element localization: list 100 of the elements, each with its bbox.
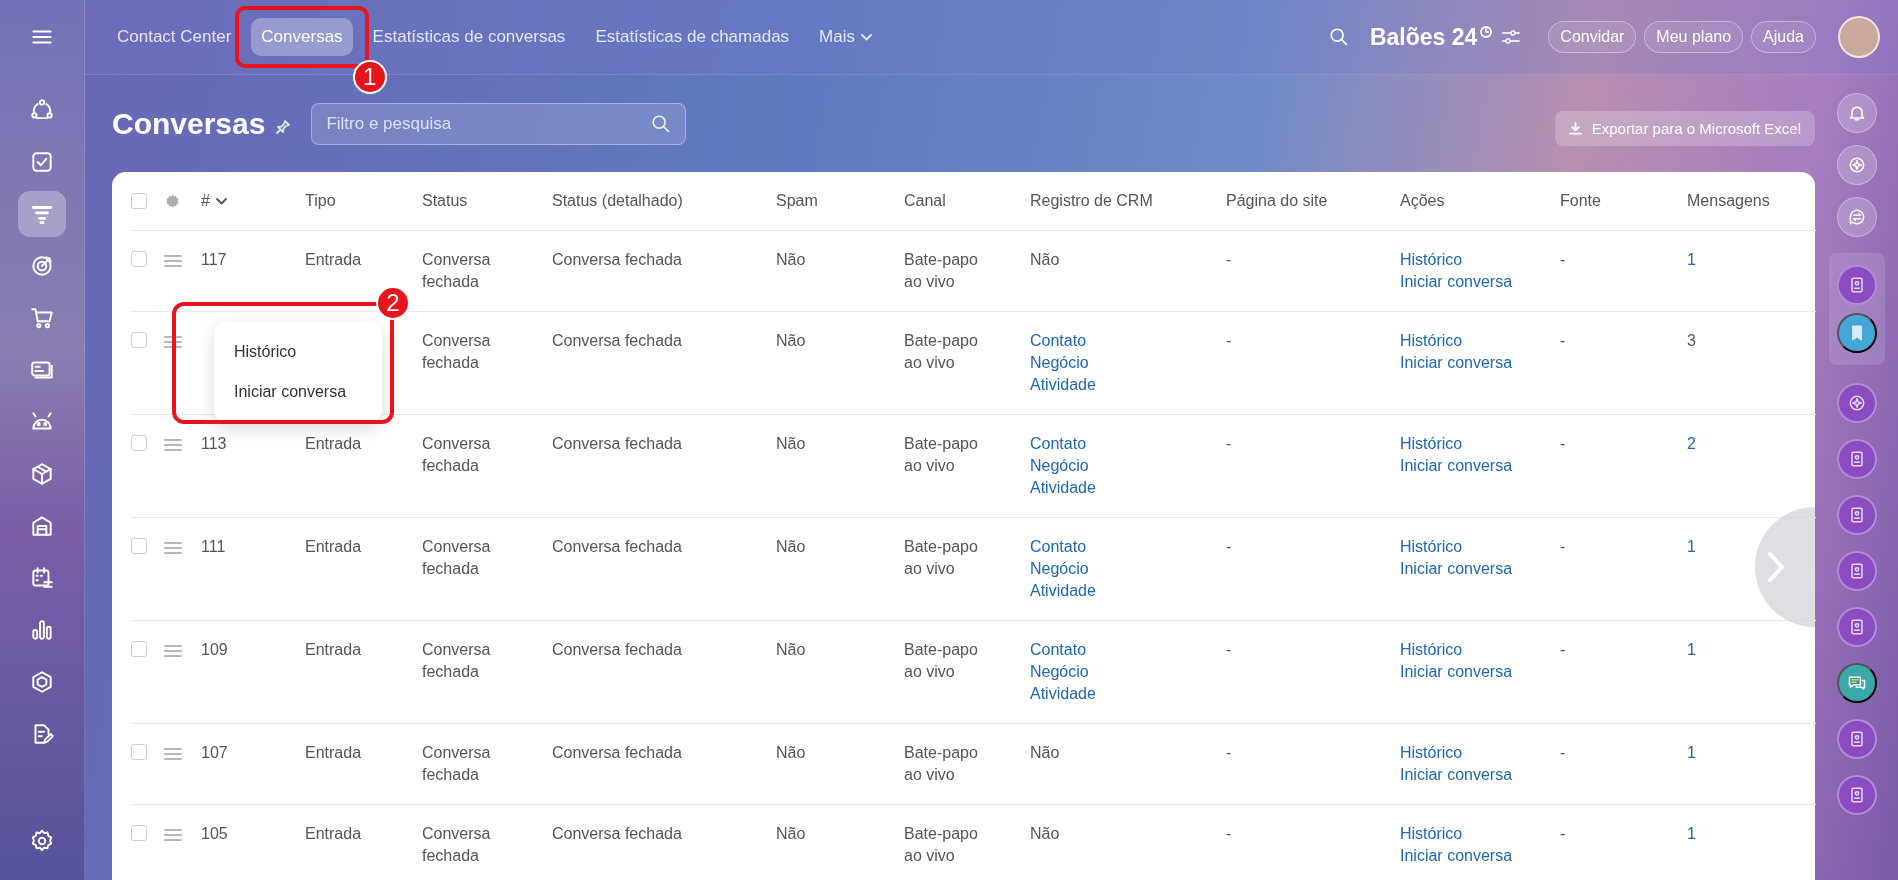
pin-icon[interactable] bbox=[275, 118, 292, 135]
table-cell-text: Conversa fechada bbox=[422, 824, 492, 866]
nav-tab[interactable]: Estatísticas de conversas bbox=[362, 18, 576, 56]
crm-link[interactable]: Contato bbox=[1030, 330, 1087, 352]
column-header[interactable]: Ações bbox=[1400, 192, 1445, 209]
menu-item[interactable]: Iniciar conversa bbox=[214, 372, 382, 412]
row-menu-icon[interactable] bbox=[164, 438, 182, 452]
table-cell: 107 bbox=[201, 744, 228, 761]
callout-badge: 2 bbox=[376, 286, 410, 320]
row-checkbox[interactable] bbox=[131, 332, 147, 348]
rail-button[interactable] bbox=[1836, 663, 1877, 703]
crm-link[interactable]: Atividade bbox=[1030, 374, 1096, 396]
nav-tab[interactable]: Estatísticas de chamadas bbox=[585, 18, 800, 56]
table-cell: - bbox=[1560, 435, 1566, 452]
hexagon-icon bbox=[29, 669, 55, 695]
table-cell: Conversa fechada bbox=[552, 435, 682, 452]
column-header[interactable]: Status (detalhado) bbox=[552, 192, 683, 209]
messages-link[interactable]: 1 bbox=[1687, 742, 1696, 764]
table-cell: Não bbox=[776, 251, 806, 268]
messages-link[interactable]: 1 bbox=[1687, 536, 1696, 558]
crm-link[interactable]: Negócio bbox=[1030, 352, 1089, 374]
crm-link[interactable]: Contato bbox=[1030, 536, 1087, 558]
row-checkbox[interactable] bbox=[131, 744, 147, 760]
action-link[interactable]: Iniciar conversa bbox=[1400, 661, 1513, 683]
action-link[interactable]: Histórico bbox=[1400, 639, 1463, 661]
row-checkbox[interactable] bbox=[131, 435, 147, 451]
nav-tab[interactable]: Contact Center bbox=[107, 18, 242, 56]
messages-link[interactable]: 1 bbox=[1687, 249, 1696, 271]
row-menu-icon[interactable] bbox=[164, 747, 182, 761]
action-link[interactable]: Histórico bbox=[1400, 330, 1463, 352]
avatar[interactable] bbox=[1838, 16, 1880, 58]
column-header[interactable]: Página do site bbox=[1226, 192, 1328, 209]
row-checkbox[interactable] bbox=[131, 251, 147, 267]
table-cell: Entrada bbox=[305, 435, 362, 452]
search-icon bbox=[1327, 26, 1350, 48]
search-button[interactable] bbox=[1327, 26, 1350, 48]
row-menu-icon[interactable] bbox=[164, 335, 182, 349]
calendar-icon bbox=[29, 565, 55, 591]
action-link[interactable]: Iniciar conversa bbox=[1400, 845, 1513, 867]
messages-link[interactable]: 2 bbox=[1687, 433, 1696, 455]
header-button[interactable]: Ajuda bbox=[1751, 21, 1816, 53]
action-link[interactable]: Histórico bbox=[1400, 823, 1463, 845]
action-link[interactable]: Iniciar conversa bbox=[1400, 558, 1513, 580]
row-checkbox[interactable] bbox=[131, 641, 147, 657]
action-link[interactable]: Histórico bbox=[1400, 249, 1463, 271]
column-header[interactable]: Tipo bbox=[305, 192, 336, 209]
crm-link[interactable]: Atividade bbox=[1030, 477, 1096, 499]
row-menu-icon[interactable] bbox=[164, 828, 182, 842]
workspace-name[interactable]: Balões 24 bbox=[1369, 23, 1478, 51]
crm-link[interactable]: Contato bbox=[1030, 433, 1087, 455]
table-cell-text: Conversa fechada bbox=[422, 640, 492, 682]
page-title: Conversas bbox=[112, 106, 266, 141]
action-link[interactable]: Histórico bbox=[1400, 742, 1463, 764]
table-cell: Não bbox=[1030, 251, 1060, 268]
messages-link[interactable]: 1 bbox=[1687, 823, 1696, 845]
action-link[interactable]: Iniciar conversa bbox=[1400, 764, 1513, 786]
table-cell: Entrada bbox=[305, 538, 362, 555]
crm-link[interactable]: Contato bbox=[1030, 639, 1087, 661]
select-all-checkbox[interactable] bbox=[131, 193, 147, 209]
row-checkbox[interactable] bbox=[131, 538, 147, 554]
table-cell: Entrada bbox=[305, 641, 362, 658]
rail-button[interactable] bbox=[1836, 313, 1877, 353]
table-cell: Não bbox=[776, 332, 806, 349]
row-menu-icon[interactable] bbox=[164, 644, 182, 658]
chat-bubbles-icon bbox=[1846, 673, 1867, 693]
menu-item[interactable]: Histórico bbox=[214, 332, 382, 372]
column-header[interactable]: Status bbox=[422, 192, 468, 209]
table-cell: Não bbox=[776, 435, 806, 452]
column-header[interactable]: Registro de CRM bbox=[1030, 192, 1153, 209]
action-link[interactable]: Iniciar conversa bbox=[1400, 455, 1513, 477]
column-header[interactable]: Spam bbox=[776, 192, 818, 209]
column-header[interactable]: Mensagens bbox=[1687, 192, 1770, 209]
crm-link[interactable]: Negócio bbox=[1030, 558, 1089, 580]
action-link[interactable]: Histórico bbox=[1400, 536, 1463, 558]
crm-link[interactable]: Negócio bbox=[1030, 455, 1089, 477]
row-menu-icon[interactable] bbox=[164, 254, 182, 268]
messages-link[interactable]: 1 bbox=[1687, 639, 1696, 661]
column-header[interactable]: # bbox=[201, 192, 210, 210]
table-cell: - bbox=[1560, 825, 1566, 842]
row-checkbox[interactable] bbox=[131, 825, 147, 841]
nav-tab[interactable]: Mais bbox=[809, 18, 882, 56]
action-link[interactable]: Iniciar conversa bbox=[1400, 352, 1513, 374]
settings-icon[interactable] bbox=[164, 192, 181, 210]
sort-caret-icon[interactable] bbox=[215, 197, 227, 205]
crm-link[interactable]: Atividade bbox=[1030, 580, 1096, 602]
sidebar-item[interactable] bbox=[18, 191, 66, 237]
table-cell: 105 bbox=[201, 825, 228, 842]
table-cell: Não bbox=[776, 641, 806, 658]
sliders-icon[interactable] bbox=[1502, 29, 1521, 45]
clock-icon bbox=[1480, 25, 1493, 38]
column-header[interactable]: Fonte bbox=[1560, 192, 1601, 209]
table-cell: - bbox=[1226, 538, 1232, 555]
action-link[interactable]: Histórico bbox=[1400, 433, 1463, 455]
table-cell: Conversa fechada bbox=[552, 825, 682, 842]
row-menu-icon[interactable] bbox=[164, 541, 182, 555]
crm-link[interactable]: Atividade bbox=[1030, 683, 1096, 705]
action-link[interactable]: Iniciar conversa bbox=[1400, 271, 1513, 293]
table-cell: - bbox=[1226, 744, 1232, 761]
crm-link[interactable]: Negócio bbox=[1030, 661, 1089, 683]
column-header[interactable]: Canal bbox=[904, 192, 946, 209]
